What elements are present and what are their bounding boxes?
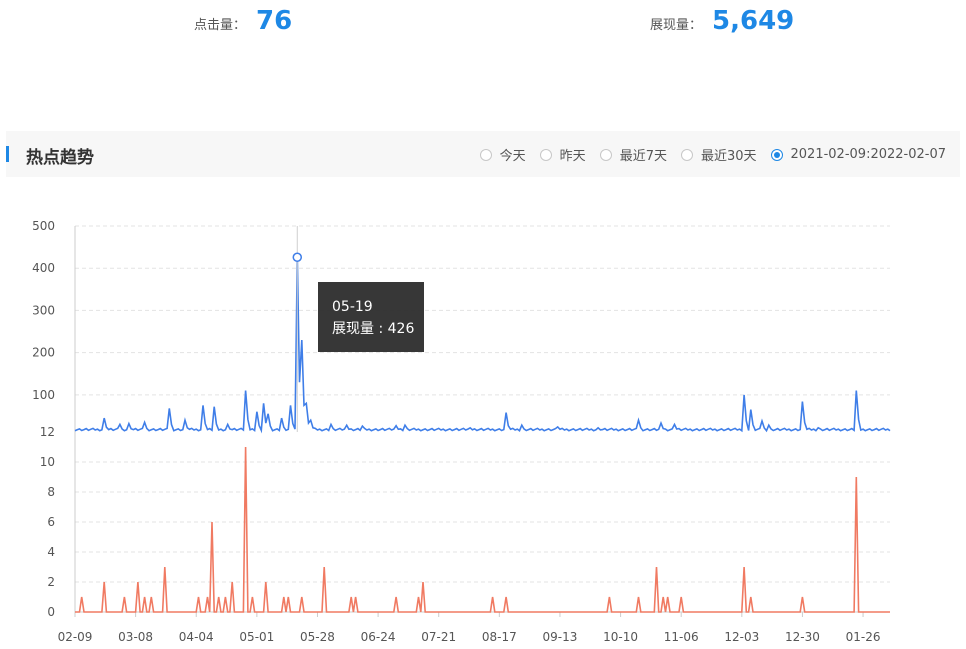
- impressions-label: 展现量：: [650, 18, 703, 33]
- x-tick-label: 05-01: [239, 630, 274, 644]
- y-tick-label: 10: [40, 455, 55, 469]
- y-tick-label: 2: [47, 575, 55, 589]
- trend-chart: 12 100 200 300 400 500 0 2 4 6 8 10 02-09 03-08 04-04 0…: [32, 219, 891, 644]
- tooltip-series-label: 展现量: [332, 321, 374, 337]
- x-tick-label: 11-06: [664, 630, 699, 644]
- range-option-last-7-days[interactable]: 最近7天: [599, 145, 667, 164]
- y-tick-label: 300: [32, 303, 55, 317]
- range-option-today[interactable]: 今天: [479, 145, 526, 164]
- y-tick-label: 4: [47, 545, 55, 559]
- tooltip-value: 426: [387, 321, 415, 337]
- chart-tooltip: 05-19 展现量 : 426: [318, 282, 424, 352]
- radio-icon[interactable]: [479, 148, 492, 161]
- x-tick-label: 02-09: [58, 630, 93, 644]
- section-title: 热点趋势: [26, 148, 94, 168]
- clicks-stat: 点击量： 76: [194, 6, 292, 36]
- y-tick-label: 100: [32, 388, 55, 402]
- range-option-label: 昨天: [559, 149, 586, 164]
- radio-selected-icon[interactable]: [770, 148, 783, 161]
- range-option-label: 2021-02-09:2022-02-07: [790, 147, 946, 162]
- x-tick-label: 06-24: [361, 630, 396, 644]
- range-option-label: 最近7天: [619, 149, 667, 164]
- x-tick-label: 03-08: [118, 630, 153, 644]
- section-accent-bar: [6, 146, 9, 162]
- trend-section-header: 热点趋势 今天 昨天 最近7天 最近30天 2021-02-09:2022-02…: [6, 131, 960, 177]
- y-tick-label: 6: [47, 515, 55, 529]
- x-tick-label: 12-03: [724, 630, 759, 644]
- x-tick-label: 04-04: [179, 630, 214, 644]
- x-tick-label: 05-28: [300, 630, 335, 644]
- x-tick-label: 10-10: [603, 630, 638, 644]
- range-option-yesterday[interactable]: 昨天: [539, 145, 586, 164]
- x-tick-label: 07-21: [421, 630, 456, 644]
- range-option-last-30-days[interactable]: 最近30天: [680, 145, 757, 164]
- clicks-value: 76: [256, 6, 293, 36]
- x-tick-label: 12-30: [785, 630, 820, 644]
- impressions-line: [74, 257, 891, 434]
- x-tick-label: 09-13: [543, 630, 578, 644]
- clicks-line: [75, 446, 890, 613]
- hover-point-marker: [292, 252, 303, 262]
- range-option-label: 今天: [499, 149, 526, 164]
- y-tick-label: 200: [32, 346, 55, 360]
- y-tick-label: 8: [47, 485, 55, 499]
- clicks-label: 点击量：: [194, 18, 247, 33]
- radio-icon[interactable]: [680, 148, 693, 161]
- tooltip-row: 展现量 : 426: [332, 321, 415, 337]
- y-tick-label: 500: [32, 219, 55, 233]
- range-option-custom[interactable]: 2021-02-09:2022-02-07: [770, 147, 946, 162]
- radio-icon[interactable]: [539, 148, 552, 161]
- date-range-selector: 今天 昨天 最近7天 最近30天 2021-02-09:2022-02-07: [466, 145, 946, 164]
- impressions-stat: 展现量： 5,649: [650, 6, 794, 36]
- impressions-value: 5,649: [712, 6, 795, 36]
- radio-icon[interactable]: [599, 148, 612, 161]
- y-tick-label: 12: [40, 425, 55, 439]
- y-tick-label: 0: [47, 605, 55, 619]
- range-option-label: 最近30天: [700, 149, 757, 164]
- tooltip-date: 05-19: [332, 299, 373, 315]
- x-tick-label: 01-26: [846, 630, 881, 644]
- y-tick-label: 400: [32, 261, 55, 275]
- x-tick-label: 08-17: [482, 630, 517, 644]
